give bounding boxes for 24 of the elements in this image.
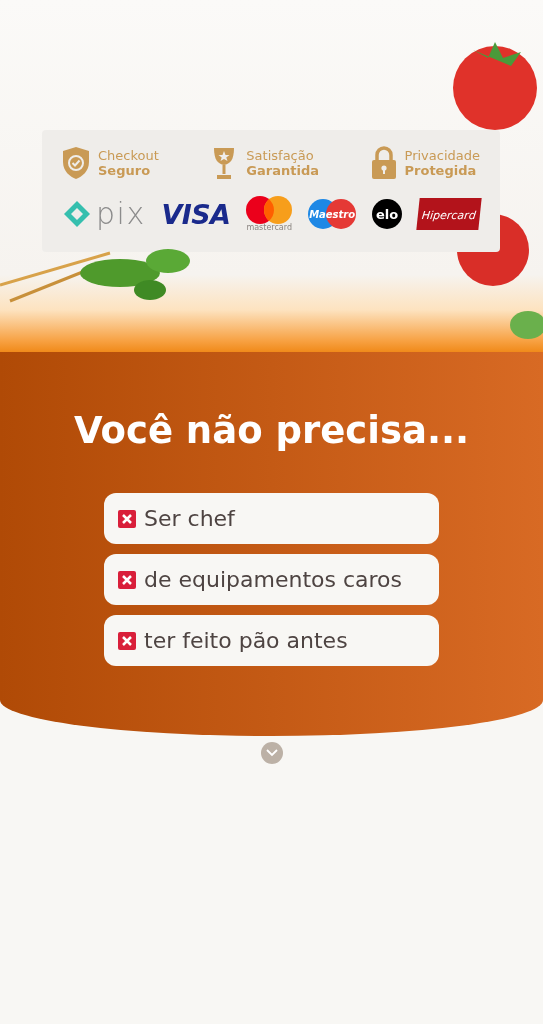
scroll-down-button[interactable] xyxy=(260,742,283,764)
badge-subtitle: Protegida xyxy=(404,163,478,178)
headline: Você não precisa... xyxy=(73,412,470,449)
badge-title: Satisfação xyxy=(246,148,315,163)
visa-logo: VISA xyxy=(161,200,231,228)
badge-title: Checkout xyxy=(98,148,159,163)
item-text: Ser chef xyxy=(144,505,235,533)
hipercard-logo: Hipercard xyxy=(416,198,482,230)
badge-subtitle: Garantida xyxy=(246,163,319,178)
mastercard-logo: mastercard xyxy=(246,196,293,232)
overlapping-circles-icon xyxy=(246,196,293,224)
chevron-down-icon xyxy=(265,749,278,757)
pix-logo: pix xyxy=(96,199,146,229)
diamond-logo-icon xyxy=(62,199,92,229)
cross-mark-icon xyxy=(118,570,136,589)
elo-logo: elo xyxy=(372,199,403,229)
item-text: ter feito pão antes xyxy=(144,627,348,655)
lock-icon xyxy=(370,146,397,180)
item-text: de equipamentos caros xyxy=(144,566,402,594)
cross-mark-icon xyxy=(118,631,136,650)
badge-title: Privacidade xyxy=(404,148,480,163)
cross-mark-icon xyxy=(118,509,136,528)
shield-check-icon xyxy=(62,146,90,180)
badge-subtitle: Seguro xyxy=(98,163,152,178)
